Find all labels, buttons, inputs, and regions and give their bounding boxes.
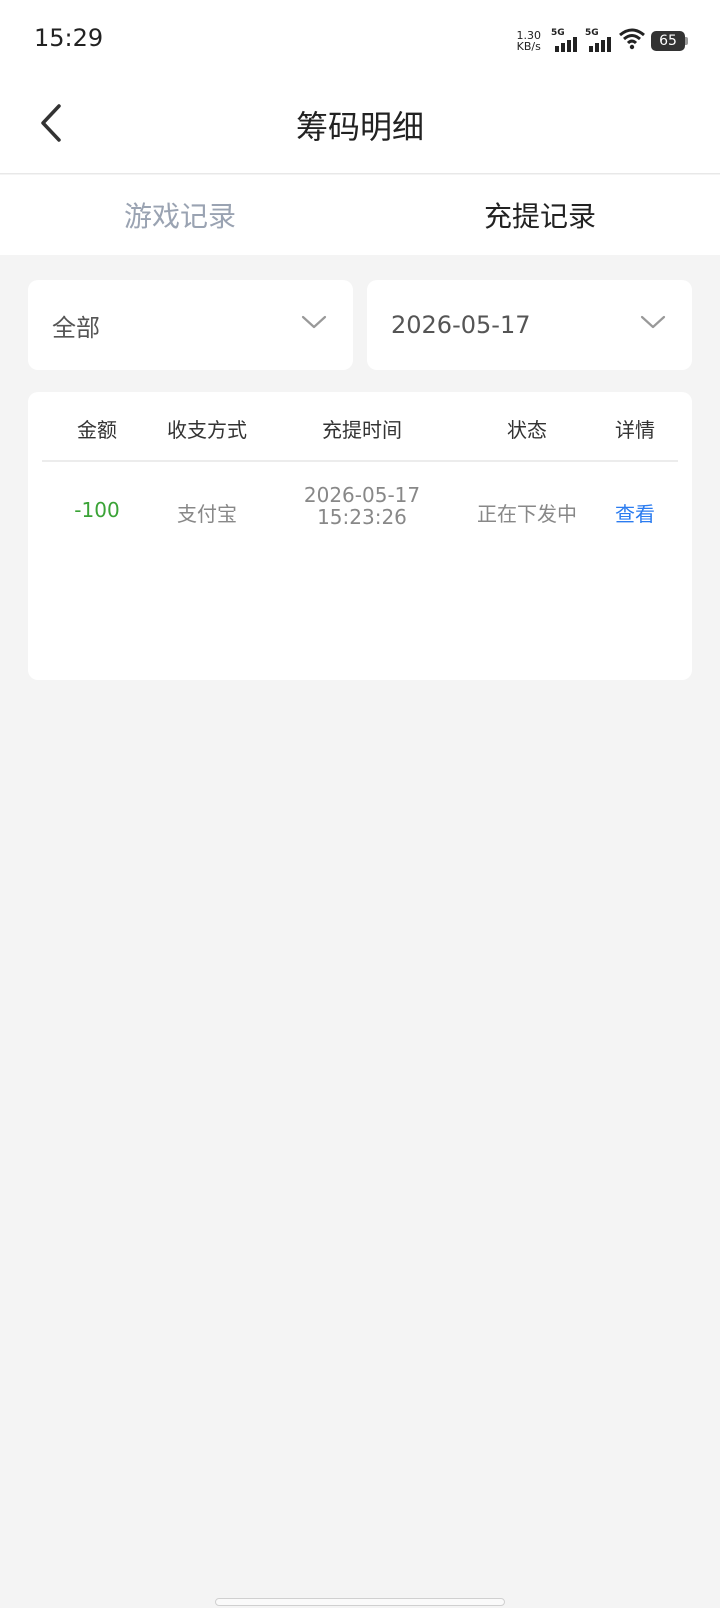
view-detail-link[interactable]: 查看 [592, 498, 678, 527]
signal-tag: 5G [585, 28, 599, 38]
signal-5g-icon: 5G [585, 28, 613, 52]
row-time: 2026-05-17 15:23:26 [262, 484, 462, 528]
network-speed-unit: KB/s [516, 40, 541, 53]
records-table: 金额 收支方式 充提时间 状态 详情 -100 支付宝 2026-05-17 1… [28, 392, 692, 680]
header-time: 充提时间 [322, 418, 402, 442]
status-time: 15:29 [34, 24, 104, 52]
row-time-clock: 15:23:26 [317, 505, 407, 529]
chevron-down-icon [640, 314, 666, 334]
row-method: 支付宝 [177, 502, 237, 526]
header-amount: 金额 [77, 418, 117, 442]
filter-bar: 全部 2026-05-17 [28, 280, 692, 370]
date-filter-value: 2026-05-17 [391, 311, 531, 339]
status-icons: 1.30 KB/s 5G 5G 65 [517, 26, 688, 56]
tab-game-records[interactable]: 游戏记录 [0, 175, 360, 255]
row-amount: -100 [74, 498, 120, 522]
wifi-icon [619, 28, 645, 54]
tab-bar: 游戏记录 充提记录 [0, 175, 720, 255]
header: 筹码明细 [0, 80, 720, 174]
home-indicator[interactable] [215, 1598, 505, 1606]
table-row: -100 支付宝 2026-05-17 15:23:26 正在下发中 查看 [42, 480, 678, 540]
signal-5g-icon: 5G [551, 28, 579, 52]
row-time-date: 2026-05-17 [303, 483, 421, 507]
header-detail: 详情 [615, 418, 655, 442]
chevron-down-icon [301, 314, 327, 334]
tab-deposit-withdraw-records[interactable]: 充提记录 [360, 175, 720, 255]
page-title: 筹码明细 [295, 108, 424, 146]
header-method: 收支方式 [167, 418, 247, 442]
date-filter-dropdown[interactable]: 2026-05-17 [367, 280, 692, 370]
row-status: 正在下发中 [477, 502, 577, 526]
signal-tag: 5G [551, 28, 565, 38]
network-speed: 1.30 KB/s [517, 30, 542, 52]
type-filter-dropdown[interactable]: 全部 [28, 280, 353, 370]
table-header: 金额 收支方式 充提时间 状态 详情 [42, 392, 678, 462]
type-filter-value: 全部 [52, 313, 100, 342]
battery-icon: 65 [651, 31, 688, 51]
battery-level: 65 [651, 31, 685, 51]
header-status: 状态 [507, 418, 547, 442]
status-bar: 15:29 1.30 KB/s 5G 5G 65 [0, 0, 720, 80]
